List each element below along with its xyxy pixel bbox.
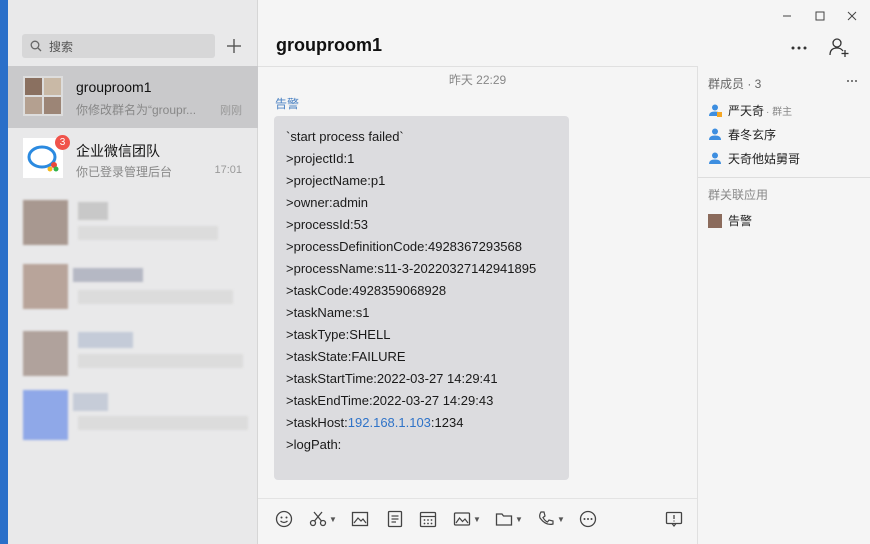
calendar-icon	[419, 511, 437, 528]
chat-panel: grouproom1 昨天 22:29 告警 `start process fa…	[258, 0, 870, 544]
user-icon	[709, 104, 722, 117]
message-line: >taskCode:4928359068928	[286, 283, 447, 298]
more-icon	[579, 510, 597, 528]
message-line: `start process failed`	[286, 129, 404, 144]
close-button[interactable]	[843, 8, 861, 24]
message-sender[interactable]: 告警	[275, 95, 299, 112]
member-item[interactable]: 天奇他姑舅哥	[708, 149, 800, 167]
photo-button[interactable]: ▼	[453, 509, 481, 529]
chevron-down-icon: ▼	[515, 514, 523, 524]
add-member-button[interactable]	[828, 36, 850, 63]
more-tools-button[interactable]	[579, 509, 597, 529]
message-timestamp: 昨天 22:29	[448, 73, 507, 87]
message-line: >projectName:p1	[286, 173, 386, 188]
document-icon	[387, 510, 403, 528]
folder-button[interactable]: ▼	[495, 509, 523, 529]
document-button[interactable]	[386, 509, 404, 529]
chevron-down-icon: ▼	[473, 514, 481, 524]
folder-icon	[495, 513, 513, 526]
blurred-conversation-item[interactable]	[8, 192, 258, 254]
conversation-preview: 你修改群名为“groupr...	[76, 103, 197, 117]
conversation-item-grouproom1[interactable]: grouproom1 你修改群名为“groupr... 刚刚	[8, 66, 258, 128]
emoji-icon	[275, 510, 293, 528]
conversation-time: 17:01	[214, 164, 242, 176]
conversation-name: 企业微信团队	[76, 143, 160, 159]
message-window-icon	[665, 511, 683, 527]
message-line: >processId:53	[286, 217, 369, 232]
more-horizontal-icon	[791, 46, 807, 50]
chat-more-button[interactable]	[790, 38, 808, 56]
conversation-time: 刚刚	[220, 105, 242, 117]
message-line: >taskEndTime:2022-03-27 14:29:43	[286, 393, 494, 408]
image-button[interactable]	[351, 509, 369, 529]
photo-icon	[453, 512, 471, 526]
message-line: >processDefinitionCode:4928367293568	[286, 239, 522, 254]
members-title: 群成员 · 3	[708, 77, 762, 91]
blurred-conversation-item[interactable]	[8, 326, 258, 388]
message-line: >projectId:1	[286, 151, 355, 166]
message-line: >processName:s11-3-20220327142941895	[286, 261, 537, 276]
message-line: >logPath:	[286, 437, 342, 452]
app-name: 告警	[728, 214, 753, 228]
message-line: >taskName:s1	[286, 305, 370, 320]
owner-tag: · 群主	[766, 106, 793, 118]
member-item[interactable]: 严天奇 · 群主	[708, 101, 792, 119]
plus-icon	[227, 39, 241, 53]
app-avatar	[708, 213, 722, 228]
message-bubble[interactable]: `start process failed` >projectId:1 >pro…	[274, 116, 569, 480]
emoji-button[interactable]	[275, 509, 293, 529]
members-more-button[interactable]	[846, 70, 858, 86]
maximize-button[interactable]	[811, 8, 829, 24]
message-line: >taskType:SHELL	[286, 327, 391, 342]
conversation-preview: 你已登录管理后台	[76, 165, 173, 179]
window-edge	[0, 0, 8, 544]
minimize-icon	[783, 15, 791, 17]
group-avatar	[23, 76, 63, 116]
more-horizontal-icon	[847, 80, 857, 82]
message-line-host: >taskHost:192.168.1.103:1234	[286, 412, 557, 434]
message-window-button[interactable]	[665, 509, 683, 529]
user-icon	[709, 152, 721, 164]
phone-icon	[539, 511, 554, 525]
screenshot-button[interactable]: ▼	[309, 509, 337, 529]
host-port: :1234	[430, 415, 464, 430]
host-label: >taskHost:	[286, 415, 348, 430]
search-icon	[30, 40, 42, 52]
user-icon	[709, 128, 721, 140]
conversation-name: grouproom1	[76, 79, 152, 95]
maximize-icon	[815, 11, 825, 21]
chevron-down-icon: ▼	[557, 514, 565, 524]
search-input[interactable]: 搜索	[22, 34, 215, 58]
image-icon	[351, 511, 369, 527]
chat-title: grouproom1	[276, 35, 382, 55]
close-icon	[847, 11, 857, 21]
minimize-button[interactable]	[778, 8, 796, 24]
host-ip-link[interactable]: 192.168.1.103	[348, 415, 431, 430]
blurred-conversation-item[interactable]	[8, 256, 258, 318]
conversation-sidebar: 搜索 grouproom1 你修改群名为“groupr... 刚刚 3 企业微信…	[8, 0, 258, 544]
message-line: >owner:admin	[286, 195, 369, 210]
message-line: >taskState:FAILURE	[286, 349, 406, 364]
message-line: >taskStartTime:2022-03-27 14:29:41	[286, 371, 498, 386]
members-panel: 群成员 · 3 严天奇 · 群主 春冬玄序 天奇他姑舅哥 群关联应用 告警	[697, 66, 870, 544]
unread-badge: 3	[55, 135, 70, 150]
linked-apps-title: 群关联应用	[708, 188, 769, 202]
chevron-down-icon: ▼	[329, 514, 337, 524]
input-toolbar: ▼ ▼ ▼ ▼	[258, 498, 697, 538]
scissors-icon	[309, 511, 327, 527]
conversation-item-wecom-team[interactable]: 3 企业微信团队 你已登录管理后台 17:01	[8, 128, 258, 190]
divider	[698, 177, 870, 178]
add-button[interactable]	[223, 35, 245, 57]
linked-app-item[interactable]: 告警	[708, 212, 752, 229]
call-button[interactable]: ▼	[537, 509, 565, 529]
member-name: 天奇他姑舅哥	[728, 151, 801, 166]
member-item[interactable]: 春冬玄序	[708, 125, 776, 143]
blurred-conversation-item[interactable]	[8, 388, 258, 450]
member-name: 严天奇	[728, 103, 765, 118]
search-placeholder: 搜索	[49, 39, 74, 54]
add-user-icon	[829, 38, 849, 57]
member-name: 春冬玄序	[728, 127, 777, 142]
calendar-button[interactable]	[419, 509, 437, 529]
